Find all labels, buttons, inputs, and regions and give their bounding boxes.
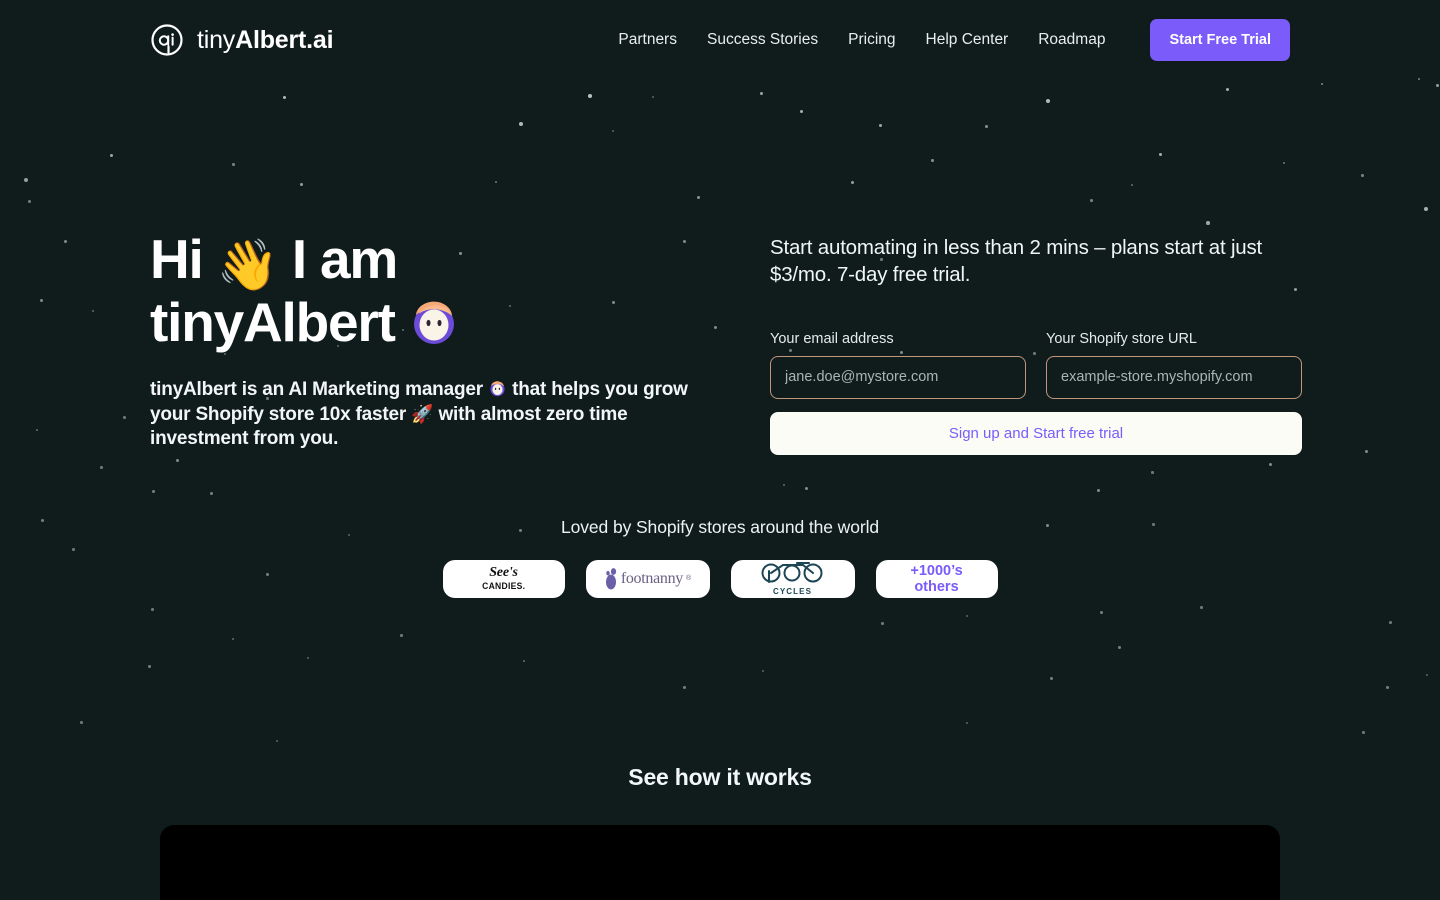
star-dot <box>276 740 278 742</box>
pogo-cycles-logo-icon: CYCLES <box>757 561 829 596</box>
star-dot <box>80 721 83 724</box>
landing-page: tinyAlbert.ai Partners Success Stories P… <box>0 0 1440 900</box>
star-dot <box>783 484 785 486</box>
demo-video-player[interactable] <box>160 824 1280 900</box>
star-dot <box>151 608 154 611</box>
tinyalbert-mascot-icon <box>413 301 454 344</box>
hero-section: Hi 👋 I am tinyAlbert tinyAlbert is an AI… <box>0 80 1440 455</box>
site-header: tinyAlbert.ai Partners Success Stories P… <box>0 0 1440 80</box>
hero-left-column: Hi 👋 I am tinyAlbert tinyAlbert is an AI… <box>150 228 695 455</box>
store-url-field-group: Your Shopify store URL <box>1046 331 1302 399</box>
wave-hand-icon: 👋 <box>216 237 279 293</box>
logo-text-light: tiny <box>197 25 236 54</box>
star-dot <box>148 665 151 668</box>
footprint-icon <box>605 567 616 589</box>
how-it-works-title: See how it works <box>628 763 812 790</box>
star-dot <box>176 459 179 462</box>
star-dot <box>210 492 213 495</box>
sees-logo-line2: CANDIES. <box>481 581 526 591</box>
hero-subtitle-part1: tinyAlbert is an AI Marketing manager <box>150 379 483 401</box>
star-dot <box>152 490 155 493</box>
star-dot <box>762 670 764 672</box>
nav-item-roadmap[interactable]: Roadmap <box>1023 31 1120 49</box>
brand-logo-sees-candies[interactable]: See's CANDIES. <box>442 559 565 598</box>
star-dot <box>1386 686 1389 689</box>
nav-item-pricing[interactable]: Pricing <box>833 31 910 49</box>
star-dot <box>966 722 968 724</box>
star-dot <box>1097 489 1100 492</box>
brand-logo-row: See's CANDIES. footnanny ® CYCLES +1000’… <box>0 559 1440 598</box>
more-stores-label: +1000’s others <box>910 562 963 595</box>
footnanny-logo-icon: footnanny ® <box>604 567 691 591</box>
social-proof-title: Loved by Shopify stores around the world <box>561 516 879 537</box>
hero-subtitle: tinyAlbert is an AI Marketing manager th… <box>150 378 695 451</box>
sees-candies-logo-icon: See's CANDIES. <box>481 566 526 591</box>
hero-title-hi: Hi <box>150 228 204 290</box>
star-dot <box>1151 471 1154 474</box>
email-field-group: Your email address <box>770 331 1026 399</box>
star-dot <box>966 615 968 617</box>
signup-start-free-trial-button[interactable]: Sign up and Start free trial <box>770 411 1302 455</box>
store-url-field-label: Your Shopify store URL <box>1046 330 1197 347</box>
star-dot <box>400 634 403 637</box>
sees-logo-line1: See's <box>489 565 518 580</box>
brand-logo-more-stores[interactable]: +1000’s others <box>875 559 998 598</box>
logo-text: tinyAlbert.ai <box>197 25 334 55</box>
star-dot <box>1100 611 1103 614</box>
star-dot <box>881 622 884 625</box>
store-url-input[interactable] <box>1046 355 1302 399</box>
brand-logo-pogo-cycles[interactable]: CYCLES <box>730 559 855 598</box>
pogo-cycles-subtext: CYCLES <box>772 587 813 596</box>
nav-item-help-center[interactable]: Help Center <box>911 31 1024 49</box>
start-free-trial-button[interactable]: Start Free Trial <box>1150 19 1290 61</box>
star-dot <box>1362 731 1365 734</box>
star-dot <box>232 638 234 640</box>
nav-item-partners[interactable]: Partners <box>603 31 692 49</box>
star-dot <box>1389 621 1392 624</box>
hero-title-iam: I am <box>291 228 398 290</box>
form-intro-text: Start automating in less than 2 mins – p… <box>770 236 1263 287</box>
tinyalbert-mascot-small-icon <box>490 381 505 397</box>
signup-form: Start automating in less than 2 mins – p… <box>770 230 1302 455</box>
footnanny-logo-text: footnanny <box>620 569 683 587</box>
email-field-label: Your email address <box>770 330 894 347</box>
form-fields-row: Your email address Your Shopify store UR… <box>770 331 1302 399</box>
page-title: Hi 👋 I am tinyAlbert <box>150 228 695 353</box>
star-dot <box>307 657 309 659</box>
ai-circle-icon <box>151 24 183 56</box>
email-input[interactable] <box>770 355 1026 399</box>
social-proof-section: Loved by Shopify stores around the world… <box>0 517 1440 598</box>
star-dot <box>523 660 525 662</box>
main-nav: Partners Success Stories Pricing Help Ce… <box>603 19 1290 61</box>
star-dot <box>1118 646 1121 649</box>
star-dot <box>683 686 686 689</box>
star-dot <box>1050 677 1053 680</box>
hero-title-name: tinyAlbert <box>150 290 396 353</box>
star-dot <box>1200 606 1203 609</box>
logo-text-bold: Albert.ai <box>235 25 334 54</box>
nav-item-success-stories[interactable]: Success Stories <box>692 31 833 49</box>
logo[interactable]: tinyAlbert.ai <box>150 23 334 57</box>
how-it-works-section: See how it works <box>0 764 1440 900</box>
star-dot <box>805 487 808 490</box>
star-dot <box>1426 674 1428 676</box>
brand-logo-footnanny[interactable]: footnanny ® <box>585 559 710 598</box>
footnanny-registered-icon: ® <box>686 575 692 582</box>
rocket-icon: 🚀 <box>411 403 434 424</box>
star-dot <box>100 466 103 469</box>
star-dot <box>1269 463 1272 466</box>
bicycle-icon <box>761 562 822 583</box>
